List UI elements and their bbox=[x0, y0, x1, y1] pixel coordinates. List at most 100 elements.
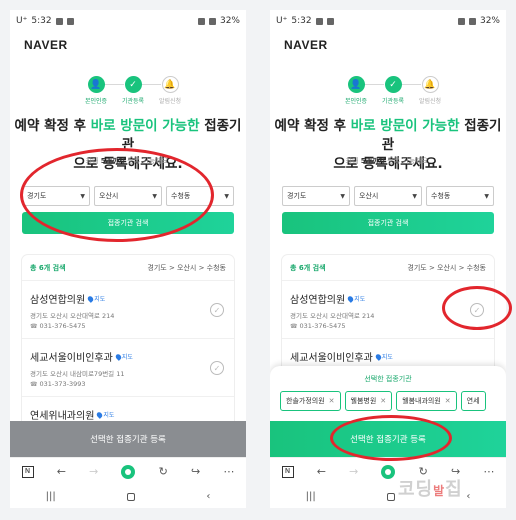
selected-chip[interactable]: 한솔가정의원 ✕ bbox=[280, 391, 341, 411]
home-square-icon[interactable] bbox=[127, 492, 136, 501]
list-item[interactable]: 삼성연합의원 지도 경기도 오산시 오산대역로 214 ☎ 031-376-5475… bbox=[282, 281, 494, 339]
institution-phone[interactable]: 031-376-5475 bbox=[39, 322, 85, 330]
district-select[interactable]: 수청동 ▼ bbox=[166, 186, 234, 206]
phone-icon: ☎ bbox=[30, 380, 38, 388]
select-check-icon[interactable]: ✓ bbox=[210, 361, 224, 375]
chevron-down-icon: ▼ bbox=[484, 192, 489, 200]
list-item[interactable]: 삼성연합의원 지도 경기도 오산시 오산대역로 214 ☎ 031-376-5475… bbox=[22, 281, 234, 339]
institution-phone[interactable]: 031-376-5475 bbox=[299, 322, 345, 330]
message-icon bbox=[326, 17, 334, 25]
more-icon[interactable]: ⋯ bbox=[223, 465, 234, 478]
wifi-icon bbox=[197, 17, 205, 25]
home-icon[interactable] bbox=[121, 464, 136, 479]
naver-logo[interactable]: NAVER bbox=[24, 38, 68, 52]
province-select[interactable]: 경기도 ▼ bbox=[282, 186, 350, 206]
selected-chips: 한솔가정의원 ✕ 웰봄병원 ✕ 웰봄내과의원 ✕ 연세 bbox=[270, 384, 506, 411]
app-header: NAVER bbox=[10, 32, 246, 58]
chevron-down-icon: ▼ bbox=[412, 192, 417, 200]
map-link[interactable]: 지도 bbox=[96, 410, 114, 419]
close-icon[interactable]: ✕ bbox=[445, 397, 451, 405]
check-icon: ✓ bbox=[384, 76, 402, 93]
institution-address: 경기도 오산시 내삼미로79번길 11 bbox=[30, 370, 125, 378]
province-select[interactable]: 경기도 ▼ bbox=[22, 186, 90, 206]
select-check-icon[interactable]: ✓ bbox=[210, 303, 224, 317]
close-icon[interactable]: ✕ bbox=[329, 397, 335, 405]
refresh-icon[interactable]: ↻ bbox=[159, 465, 168, 478]
phone-icon: ☎ bbox=[290, 322, 298, 330]
results-count: 총 6개 검색 bbox=[30, 263, 66, 272]
breadcrumb: 경기도 > 오산시 > 수청동 bbox=[407, 263, 486, 272]
register-selected-button[interactable]: 선택한 접종기관 등록 bbox=[270, 421, 506, 457]
map-link[interactable]: 지도 bbox=[374, 352, 393, 361]
selected-chip[interactable]: 웰봄병원 ✕ bbox=[344, 391, 393, 411]
notification-icon bbox=[55, 17, 63, 25]
search-institution-button[interactable]: 접종기관 검색 bbox=[22, 212, 234, 234]
map-link[interactable]: 지도 bbox=[114, 352, 133, 361]
institution-phone[interactable]: 031-373-3993 bbox=[39, 380, 85, 388]
forward-arrow-icon[interactable]: → bbox=[89, 465, 98, 478]
list-item[interactable]: 세교서울이비인후과 지도 경기도 오산시 내삼미로79번길 11 ☎ 031-373… bbox=[22, 339, 234, 397]
naver-logo[interactable]: NAVER bbox=[284, 38, 328, 52]
signal-icon bbox=[208, 17, 216, 25]
region-selects: 경기도 ▼ 오산시 ▼ 수청동 ▼ bbox=[22, 186, 234, 206]
system-back-icon[interactable]: ‹ bbox=[466, 491, 470, 502]
institution-name: 세교서울이비인후과 bbox=[290, 353, 373, 364]
region-selects: 경기도 ▼ 오산시 ▼ 수청동 ▼ bbox=[282, 186, 494, 206]
phone-icon: ☎ bbox=[30, 322, 38, 330]
naver-tab-icon[interactable]: N bbox=[281, 465, 294, 478]
phone-screen-right: U⁺ 5:32 32% NAVER 👤 본인인증 ✓ 기관등록 🔔 알림신청 예… bbox=[270, 10, 506, 508]
city-select[interactable]: 오산시 ▼ bbox=[354, 186, 422, 206]
clock: 5:32 bbox=[31, 16, 52, 26]
signal-icon bbox=[468, 17, 476, 25]
city-select[interactable]: 오산시 ▼ bbox=[94, 186, 162, 206]
page-subtitle: 최대 5개까지 등록 가능해요. bbox=[85, 157, 171, 165]
home-icon[interactable] bbox=[381, 464, 396, 479]
status-bar: U⁺ 5:32 32% bbox=[10, 10, 246, 32]
forward-arrow-icon[interactable]: → bbox=[349, 465, 358, 478]
recent-apps-icon[interactable]: ||| bbox=[306, 491, 316, 502]
selected-chip[interactable]: 웰봄내과의원 ✕ bbox=[396, 391, 457, 411]
step-label: 알림신청 bbox=[158, 98, 182, 105]
map-link[interactable]: 지도 bbox=[86, 294, 105, 303]
step-alarm: 🔔 알림신청 bbox=[405, 76, 455, 105]
clock: 5:32 bbox=[291, 16, 312, 26]
battery-level: 32% bbox=[479, 16, 500, 26]
search-institution-button[interactable]: 접종기관 검색 bbox=[282, 212, 494, 234]
sheet-title: 선택한 접종기관 bbox=[364, 375, 412, 383]
browser-toolbar: N ← → ↻ ↪ ⋯ bbox=[10, 457, 246, 485]
user-icon: 👤 bbox=[347, 76, 365, 93]
share-icon[interactable]: ↪ bbox=[191, 465, 200, 478]
page-subtitle: 최대 5개까지 등록 가능해요. bbox=[345, 157, 431, 165]
system-back-icon[interactable]: ‹ bbox=[206, 491, 210, 502]
naver-tab-icon[interactable]: N bbox=[21, 465, 34, 478]
browser-toolbar: N ← → ↻ ↪ ⋯ bbox=[270, 457, 506, 485]
chevron-down-icon: ▼ bbox=[224, 192, 229, 200]
institution-address: 경기도 오산시 오산대역로 214 bbox=[30, 312, 115, 320]
bell-icon: 🔔 bbox=[421, 76, 439, 93]
back-arrow-icon[interactable]: ← bbox=[317, 465, 326, 478]
close-icon[interactable]: ✕ bbox=[380, 397, 386, 405]
step-alarm: 🔔 알림신청 bbox=[145, 76, 195, 105]
institution-name: 삼성연합의원 bbox=[290, 295, 346, 306]
phone-screen-left: U⁺ 5:32 32% NAVER 👤 본인인증 ✓ 기관등록 🔔 알림신청 예… bbox=[10, 10, 246, 508]
notification-icon bbox=[315, 17, 323, 25]
back-arrow-icon[interactable]: ← bbox=[57, 465, 66, 478]
institution-name: 세교서울이비인후과 bbox=[30, 353, 113, 364]
message-icon bbox=[66, 17, 74, 25]
select-check-icon[interactable]: ✓ bbox=[470, 303, 484, 317]
map-link[interactable]: 지도 bbox=[346, 294, 365, 303]
check-icon: ✓ bbox=[124, 76, 142, 93]
wifi-icon bbox=[457, 17, 465, 25]
progress-steps: 👤 본인인증 ✓ 기관등록 🔔 알림신청 bbox=[10, 76, 246, 110]
chevron-down-icon: ▼ bbox=[152, 192, 157, 200]
more-icon[interactable]: ⋯ bbox=[483, 465, 494, 478]
results-header: 총 6개 검색 경기도 > 오산시 > 수청동 bbox=[22, 255, 234, 281]
selected-chip[interactable]: 연세 bbox=[460, 391, 486, 411]
recent-apps-icon[interactable]: ||| bbox=[46, 491, 56, 502]
district-select[interactable]: 수청동 ▼ bbox=[426, 186, 494, 206]
results-panel: 총 6개 검색 경기도 > 오산시 > 수청동 삼성연합의원 지도 경기도 오산시… bbox=[22, 255, 234, 445]
home-square-icon[interactable] bbox=[387, 492, 396, 501]
register-selected-button[interactable]: 선택한 접종기관 등록 bbox=[10, 421, 246, 457]
results-header: 총 6개 검색 경기도 > 오산시 > 수청동 bbox=[282, 255, 494, 281]
watermark: 코딩발집 bbox=[398, 479, 463, 500]
